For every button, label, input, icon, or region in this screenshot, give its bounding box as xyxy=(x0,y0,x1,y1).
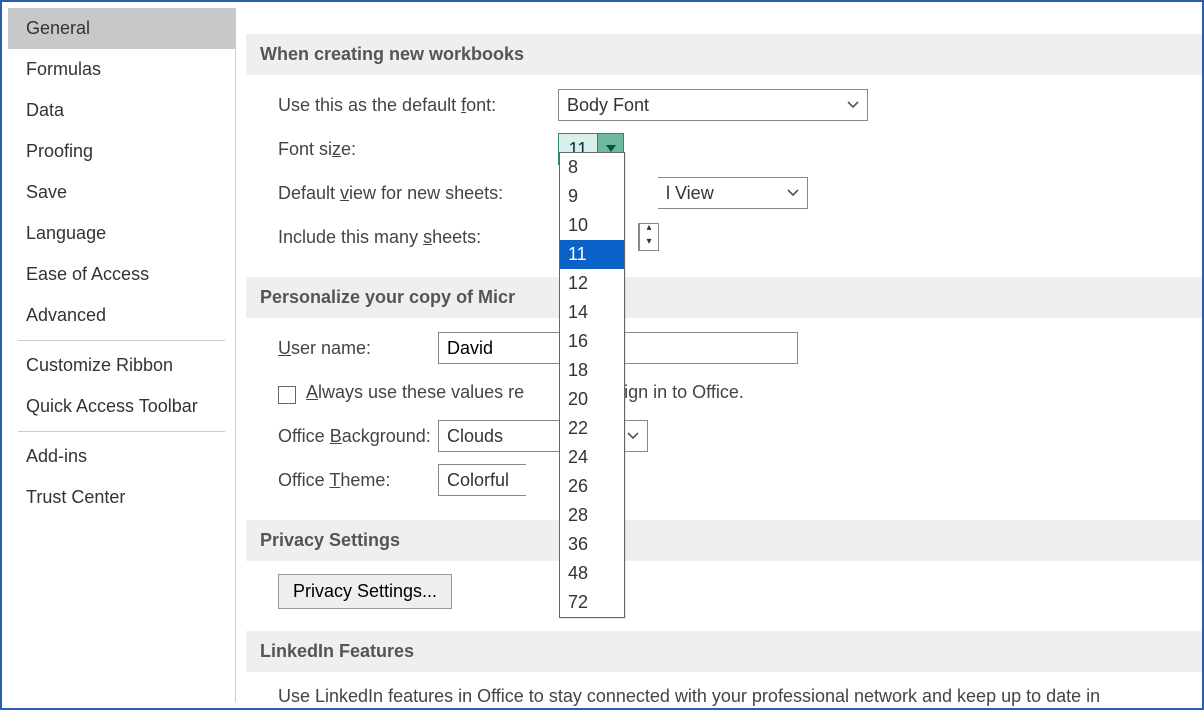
font-size-option[interactable]: 28 xyxy=(560,501,624,530)
sidebar-item-label: Save xyxy=(26,182,67,202)
font-size-option[interactable]: 14 xyxy=(560,298,624,327)
default-view-label: Default view for new sheets: xyxy=(278,183,558,204)
sidebar-item-advanced[interactable]: Advanced xyxy=(8,295,235,336)
sidebar-item-label: Ease of Access xyxy=(26,264,149,284)
sidebar-item-data[interactable]: Data xyxy=(8,90,235,131)
button-label: Privacy Settings... xyxy=(293,581,437,601)
options-category-sidebar: General Formulas Data Proofing Save Lang… xyxy=(8,8,236,702)
font-size-option[interactable]: 18 xyxy=(560,356,624,385)
font-size-option[interactable]: 12 xyxy=(560,269,624,298)
options-content-panel: When creating new workbooks Use this as … xyxy=(246,8,1202,708)
sidebar-item-save[interactable]: Save xyxy=(8,172,235,213)
font-size-option[interactable]: 26 xyxy=(560,472,624,501)
office-theme-combo[interactable]: Colorful xyxy=(438,464,526,496)
default-view-combo[interactable]: l View xyxy=(658,177,808,209)
font-size-option[interactable]: 48 xyxy=(560,559,624,588)
chevron-down-icon xyxy=(847,101,859,109)
section-title: Privacy Settings xyxy=(260,530,400,550)
spinner-down-button[interactable]: ▾ xyxy=(640,237,658,251)
font-size-option[interactable]: 10 xyxy=(560,211,624,240)
sidebar-item-label: General xyxy=(26,18,90,38)
sidebar-item-add-ins[interactable]: Add-ins xyxy=(8,436,235,477)
section-body-privacy: Privacy Settings... xyxy=(246,561,1202,621)
office-theme-label: Office Theme: xyxy=(278,470,438,491)
sidebar-item-label: Quick Access Toolbar xyxy=(26,396,198,416)
font-size-option-selected[interactable]: 11 xyxy=(560,240,624,269)
sidebar-item-label: Customize Ribbon xyxy=(26,355,173,375)
sidebar-item-general[interactable]: General xyxy=(8,8,235,49)
sidebar-item-label: Language xyxy=(26,223,106,243)
default-view-value: l View xyxy=(666,183,714,204)
excel-options-dialog: General Formulas Data Proofing Save Lang… xyxy=(0,0,1204,710)
sidebar-item-proofing[interactable]: Proofing xyxy=(8,131,235,172)
sidebar-item-quick-access-toolbar[interactable]: Quick Access Toolbar xyxy=(8,386,235,427)
section-header-privacy: Privacy Settings xyxy=(246,520,1202,561)
font-size-option[interactable]: 20 xyxy=(560,385,624,414)
section-body-linkedin: Use LinkedIn features in Office to stay … xyxy=(246,672,1202,708)
font-size-dropdown-list[interactable]: 8 9 10 11 12 14 16 18 20 22 24 26 28 36 … xyxy=(559,152,625,618)
font-size-option[interactable]: 16 xyxy=(560,327,624,356)
office-background-value: Clouds xyxy=(447,426,503,447)
section-header-workbooks: When creating new workbooks xyxy=(246,34,1202,75)
linkedin-description: Use LinkedIn features in Office to stay … xyxy=(278,686,1100,707)
section-body-personalize: User name: Always use these values re of… xyxy=(246,318,1202,510)
default-font-combo[interactable]: Body Font xyxy=(558,89,868,121)
font-size-label: Font size: xyxy=(278,139,558,160)
sidebar-item-label: Data xyxy=(26,100,64,120)
default-font-label: Use this as the default font: xyxy=(278,95,558,116)
privacy-settings-button[interactable]: Privacy Settings... xyxy=(278,574,452,609)
sidebar-item-customize-ribbon[interactable]: Customize Ribbon xyxy=(8,345,235,386)
sidebar-item-formulas[interactable]: Formulas xyxy=(8,49,235,90)
font-size-option[interactable]: 22 xyxy=(560,414,624,443)
default-font-value: Body Font xyxy=(567,95,649,116)
sidebar-item-label: Trust Center xyxy=(26,487,125,507)
office-theme-value: Colorful xyxy=(447,470,509,491)
always-use-values-checkbox[interactable] xyxy=(278,386,296,404)
font-size-option[interactable]: 8 xyxy=(560,153,624,182)
username-label: User name: xyxy=(278,338,438,359)
sidebar-item-label: Advanced xyxy=(26,305,106,325)
sidebar-separator xyxy=(18,340,225,341)
font-size-option[interactable]: 72 xyxy=(560,588,624,617)
section-header-linkedin: LinkedIn Features xyxy=(246,631,1202,672)
font-size-option[interactable]: 9 xyxy=(560,182,624,211)
chevron-down-icon xyxy=(787,189,799,197)
sidebar-item-language[interactable]: Language xyxy=(8,213,235,254)
section-title: When creating new workbooks xyxy=(260,44,524,64)
include-sheets-spinner[interactable]: ▴ ▾ xyxy=(638,223,659,251)
sidebar-item-label: Add-ins xyxy=(26,446,87,466)
section-header-personalize: Personalize your copy of Micrffice xyxy=(246,277,1202,318)
sidebar-item-label: Proofing xyxy=(26,141,93,161)
sidebar-item-label: Formulas xyxy=(26,59,101,79)
section-body-workbooks: Use this as the default font: Body Font … xyxy=(246,75,1202,267)
chevron-down-icon xyxy=(627,432,639,440)
spinner-up-button[interactable]: ▴ xyxy=(640,223,658,237)
sidebar-separator xyxy=(18,431,225,432)
sidebar-item-ease-of-access[interactable]: Ease of Access xyxy=(8,254,235,295)
always-use-values-label: Always use these values re of sign in to… xyxy=(306,382,744,403)
office-background-label: Office Background: xyxy=(278,426,438,447)
font-size-option[interactable]: 36 xyxy=(560,530,624,559)
sidebar-item-trust-center[interactable]: Trust Center xyxy=(8,477,235,518)
section-title: LinkedIn Features xyxy=(260,641,414,661)
font-size-option[interactable]: 24 xyxy=(560,443,624,472)
include-sheets-label: Include this many sheets: xyxy=(278,227,558,248)
